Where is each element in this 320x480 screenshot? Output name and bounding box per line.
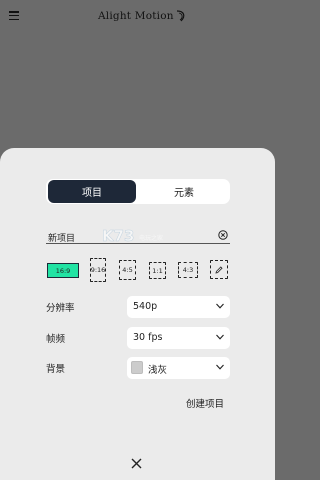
resolution-row: 分辨率 540p bbox=[46, 296, 230, 318]
create-project-button[interactable]: 创建项目 bbox=[186, 396, 224, 410]
top-app-bar: Alight Motion bbox=[0, 0, 275, 34]
chevron-down-icon bbox=[216, 334, 224, 340]
logo-swirl-icon bbox=[176, 10, 185, 22]
hamburger-menu-icon[interactable] bbox=[9, 11, 19, 21]
resolution-value: 540p bbox=[133, 301, 158, 312]
ratio-9-16[interactable]: 9:16 bbox=[90, 258, 106, 282]
app-logo: Alight Motion bbox=[98, 9, 187, 23]
resolution-select[interactable]: 540p bbox=[127, 296, 230, 318]
background-color-swatch bbox=[131, 361, 143, 374]
watermark-logo: K73 bbox=[102, 227, 135, 246]
watermark-text: 电玩之家 bbox=[139, 235, 164, 242]
tab-project[interactable]: 项目 bbox=[48, 180, 136, 203]
frame-rate-label: 帧频 bbox=[46, 334, 66, 345]
tab-element[interactable]: 元素 bbox=[140, 180, 228, 203]
project-name-input[interactable]: 新项目 bbox=[48, 231, 75, 244]
frame-rate-row: 帧频 30 fps bbox=[46, 327, 230, 349]
background-select[interactable]: 浅灰 bbox=[127, 357, 230, 379]
chevron-down-icon bbox=[216, 303, 224, 309]
ratio-1-1[interactable]: 1:1 bbox=[149, 262, 166, 279]
ratio-custom[interactable] bbox=[210, 260, 228, 279]
ratio-16-9[interactable]: 16:9 bbox=[47, 263, 79, 278]
frame-rate-value: 30 fps bbox=[133, 332, 163, 343]
watermark: K73 电玩之家 bbox=[102, 227, 182, 247]
aspect-ratio-options: 16:9 9:16 4:5 1:1 4:3 bbox=[46, 258, 230, 282]
chevron-down-icon bbox=[216, 364, 224, 370]
pencil-icon bbox=[215, 265, 223, 274]
background-row: 背景 浅灰 bbox=[46, 357, 230, 379]
app-title: Alight Motion bbox=[98, 10, 174, 22]
background-value: 浅灰 bbox=[148, 365, 168, 376]
resolution-label: 分辨率 bbox=[46, 303, 75, 314]
new-project-sheet: 项目 元素 新项目 16:9 9:16 4:5 1:1 4:3 分辨率 540p bbox=[0, 148, 275, 480]
background-label: 背景 bbox=[46, 364, 66, 375]
clear-circle-icon[interactable] bbox=[218, 230, 228, 240]
frame-rate-select[interactable]: 30 fps bbox=[127, 327, 230, 349]
ratio-4-3[interactable]: 4:3 bbox=[178, 262, 198, 278]
ratio-4-5[interactable]: 4:5 bbox=[119, 260, 136, 280]
close-x-icon[interactable] bbox=[131, 458, 142, 469]
tab-switcher: 项目 元素 bbox=[46, 179, 230, 204]
